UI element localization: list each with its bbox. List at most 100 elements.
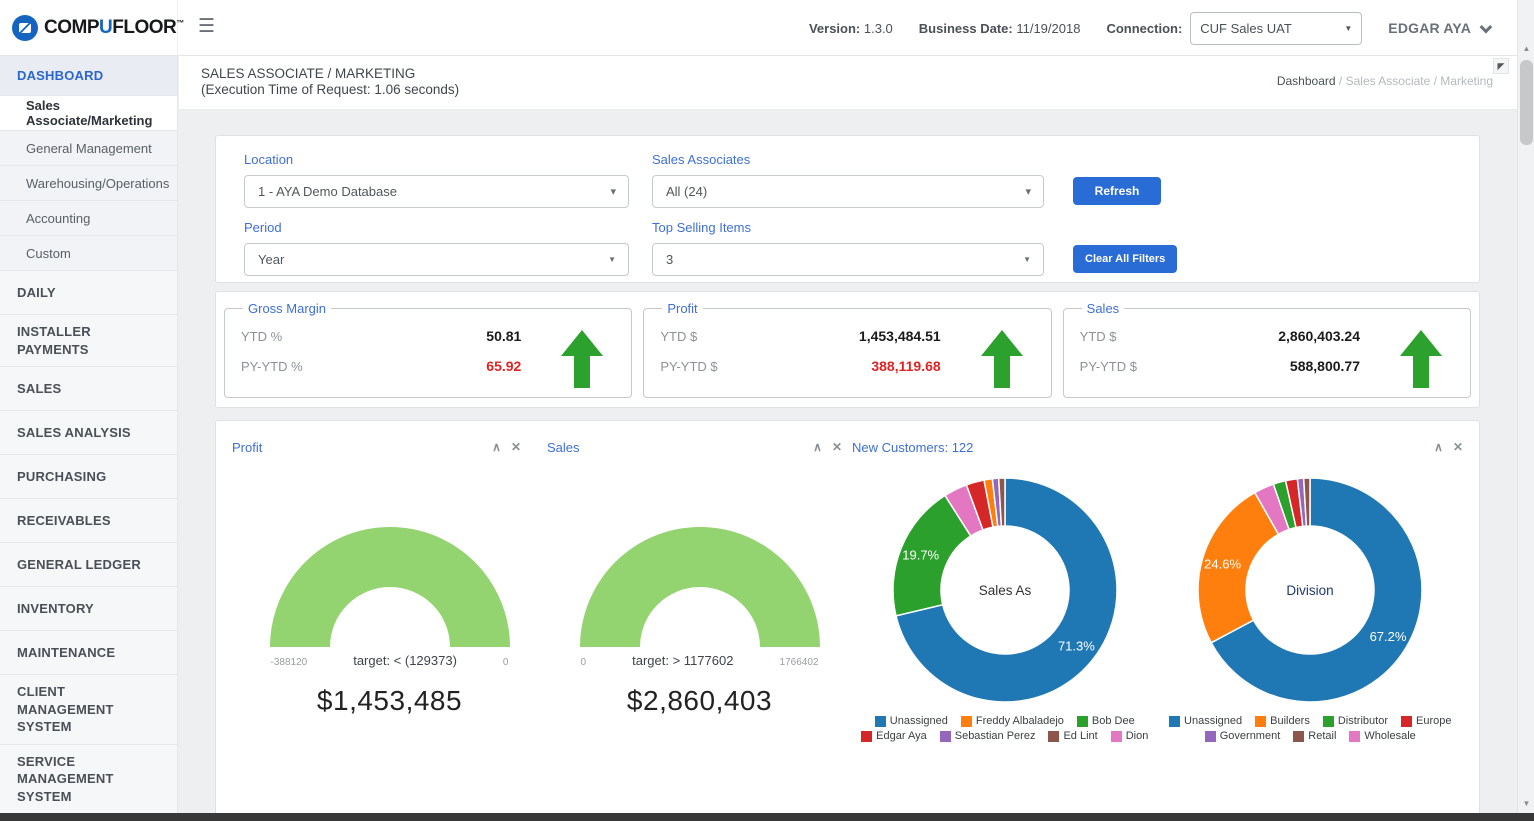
- legend-label: Sebastian Perez: [955, 730, 1036, 742]
- legend-swatch-icon: [1111, 731, 1122, 742]
- sales-associates-filter: Sales Associates All (24) ▾: [652, 152, 1044, 208]
- sales-associates-select[interactable]: All (24) ▾: [652, 175, 1044, 208]
- scroll-down-icon[interactable]: ▼: [1518, 795, 1534, 811]
- gauge-max-label: 1766402: [780, 657, 819, 668]
- sidebar-item-purchasing[interactable]: PURCHASING: [0, 455, 177, 499]
- division-legend: Unassigned Builders Distributor Europe Gover…: [1169, 715, 1451, 745]
- legend-item[interactable]: Edgar Aya: [861, 730, 927, 742]
- gauge-min-label: -388120: [271, 657, 308, 668]
- collapse-panel-icon[interactable]: ∧: [1434, 441, 1443, 453]
- sidebar-item-sales-analysis[interactable]: SALES ANALYSIS: [0, 411, 177, 455]
- kpi-row-label: YTD %: [241, 329, 282, 344]
- legend-swatch-icon: [961, 716, 972, 727]
- legend-label: Ed Lint: [1063, 730, 1097, 742]
- legend-item[interactable]: Unassigned: [875, 715, 948, 727]
- user-menu[interactable]: EDGAR AYA: [1388, 20, 1489, 36]
- sidebar-item-service-management-system[interactable]: SERVICE MANAGEMENT SYSTEM: [0, 745, 177, 815]
- sales-associates-label: Sales Associates: [652, 152, 1044, 167]
- collapse-panel-icon[interactable]: ∧: [813, 441, 822, 453]
- period-select[interactable]: Year ▼: [244, 243, 629, 276]
- dropdown-arrow-icon: ▼: [1023, 255, 1031, 264]
- legend-item[interactable]: Ed Lint: [1048, 730, 1097, 742]
- refresh-button[interactable]: Refresh: [1073, 177, 1161, 205]
- menu-toggle-icon[interactable]: ☰: [198, 15, 215, 38]
- legend-swatch-icon: [940, 731, 951, 742]
- location-select[interactable]: 1 - AYA Demo Database ▾: [244, 175, 629, 208]
- version-text: Version: 1.3.0: [809, 21, 893, 36]
- sidebar-item-dashboard[interactable]: DASHBOARD: [0, 56, 177, 96]
- close-panel-icon[interactable]: ✕: [511, 441, 521, 453]
- legend-label: Government: [1220, 730, 1281, 742]
- user-name: EDGAR AYA: [1388, 20, 1471, 36]
- clear-all-filters-button[interactable]: Clear All Filters: [1073, 245, 1177, 273]
- legend-label: Europe: [1416, 715, 1451, 727]
- sidebar-item-custom[interactable]: Custom: [0, 236, 177, 271]
- sidebar-item-sales-associate-marketing[interactable]: Sales Associate/Marketing: [0, 96, 177, 131]
- kpi-title: Sales: [1082, 301, 1125, 316]
- connection-select[interactable]: CUF Sales UAT ▼: [1190, 12, 1362, 45]
- horizontal-scrollbar[interactable]: [0, 813, 1534, 821]
- sidebar-item-client-management-system[interactable]: CLIENT MANAGEMENT SYSTEM: [0, 675, 177, 745]
- collapse-header-icon[interactable]: ◤: [1493, 58, 1509, 74]
- chevron-down-icon: [1480, 20, 1493, 33]
- close-panel-icon[interactable]: ✕: [832, 441, 842, 453]
- legend-item[interactable]: Government: [1205, 730, 1281, 742]
- kpi-summary-panel: Gross Margin YTD %50.81 PY-YTD %65.92 Pr…: [215, 291, 1480, 408]
- sales-as-donut-block: 71.3%19.7%Sales As UnassignedFreddy Alba…: [852, 470, 1158, 745]
- filters-panel: Location 1 - AYA Demo Database ▾ Sales A…: [215, 135, 1480, 283]
- sidebar-item-installer-payments[interactable]: INSTALLER PAYMENTS: [0, 315, 177, 367]
- kpi-row-label: PY-YTD $: [660, 359, 717, 374]
- brand-name: COMPUFLOOR™: [44, 17, 184, 39]
- legend-item[interactable]: Builders: [1255, 715, 1310, 727]
- legend-item[interactable]: Dion: [1111, 730, 1149, 742]
- kpi-sales: Sales YTD $2,860,403.24 PY-YTD $588,800.…: [1063, 301, 1471, 398]
- location-label: Location: [244, 152, 629, 167]
- sidebar-nav: DASHBOARD Sales Associate/Marketing Gene…: [0, 56, 178, 813]
- dropdown-caret-icon: ▾: [610, 185, 616, 198]
- sidebar-item-general-management[interactable]: General Management: [0, 131, 177, 166]
- legend-swatch-icon: [1048, 731, 1059, 742]
- legend-label: Freddy Albaladejo: [976, 715, 1064, 727]
- legend-label: Builders: [1270, 715, 1310, 727]
- legend-item[interactable]: Europe: [1401, 715, 1451, 727]
- vertical-scrollbar[interactable]: ▲ ▼: [1517, 0, 1534, 813]
- sidebar-item-sales[interactable]: SALES: [0, 367, 177, 411]
- sidebar-item-accounting[interactable]: Accounting: [0, 201, 177, 236]
- legend-label: Dion: [1126, 730, 1149, 742]
- svg-text:Sales As: Sales As: [978, 583, 1031, 598]
- sidebar-item-warehousing-operations[interactable]: Warehousing/Operations: [0, 166, 177, 201]
- scrollbar-thumb[interactable]: [1520, 60, 1533, 145]
- svg-text:24.6%: 24.6%: [1204, 557, 1241, 572]
- collapse-panel-icon[interactable]: ∧: [492, 441, 501, 453]
- header-right: Version: 1.3.0 Business Date: 11/19/2018…: [809, 0, 1489, 56]
- legend-item[interactable]: Wholesale: [1349, 730, 1415, 742]
- kpi-title: Gross Margin: [243, 301, 331, 316]
- sidebar-item-daily[interactable]: DAILY: [0, 271, 177, 315]
- legend-swatch-icon: [861, 731, 872, 742]
- new-customers-panel: New Customers: 122 ∧ ✕ 71.3%19.7%Sales A…: [852, 437, 1463, 813]
- legend-item[interactable]: Retail: [1293, 730, 1336, 742]
- location-filter: Location 1 - AYA Demo Database ▾: [244, 152, 629, 208]
- sidebar-item-general-ledger[interactable]: GENERAL LEDGER: [0, 543, 177, 587]
- legend-label: Bob Dee: [1092, 715, 1135, 727]
- kpi-row-label: PY-YTD $: [1080, 359, 1137, 374]
- top-selling-items-select[interactable]: 3 ▼: [652, 243, 1044, 276]
- trend-up-arrow-icon: [1400, 330, 1442, 388]
- sidebar-item-receivables[interactable]: RECEIVABLES: [0, 499, 177, 543]
- legend-label: Edgar Aya: [876, 730, 927, 742]
- top-header: COMPUFLOOR™ ☰ Version: 1.3.0 Business Da…: [0, 0, 1517, 56]
- legend-item[interactable]: Unassigned: [1169, 715, 1242, 727]
- breadcrumb-separator: /: [1339, 74, 1342, 88]
- legend-item[interactable]: Freddy Albaladejo: [961, 715, 1064, 727]
- app-window: COMPUFLOOR™ ☰ Version: 1.3.0 Business Da…: [0, 0, 1534, 821]
- sidebar-item-inventory[interactable]: INVENTORY: [0, 587, 177, 631]
- legend-item[interactable]: Distributor: [1323, 715, 1388, 727]
- sidebar-item-maintenance[interactable]: MAINTENANCE: [0, 631, 177, 675]
- close-panel-icon[interactable]: ✕: [1453, 441, 1463, 453]
- legend-swatch-icon: [875, 716, 886, 727]
- legend-item[interactable]: Sebastian Perez: [940, 730, 1036, 742]
- scroll-up-icon[interactable]: ▲: [1518, 40, 1534, 56]
- legend-item[interactable]: Bob Dee: [1077, 715, 1135, 727]
- location-value: 1 - AYA Demo Database: [258, 184, 397, 199]
- breadcrumb-dashboard-link[interactable]: Dashboard: [1277, 74, 1336, 88]
